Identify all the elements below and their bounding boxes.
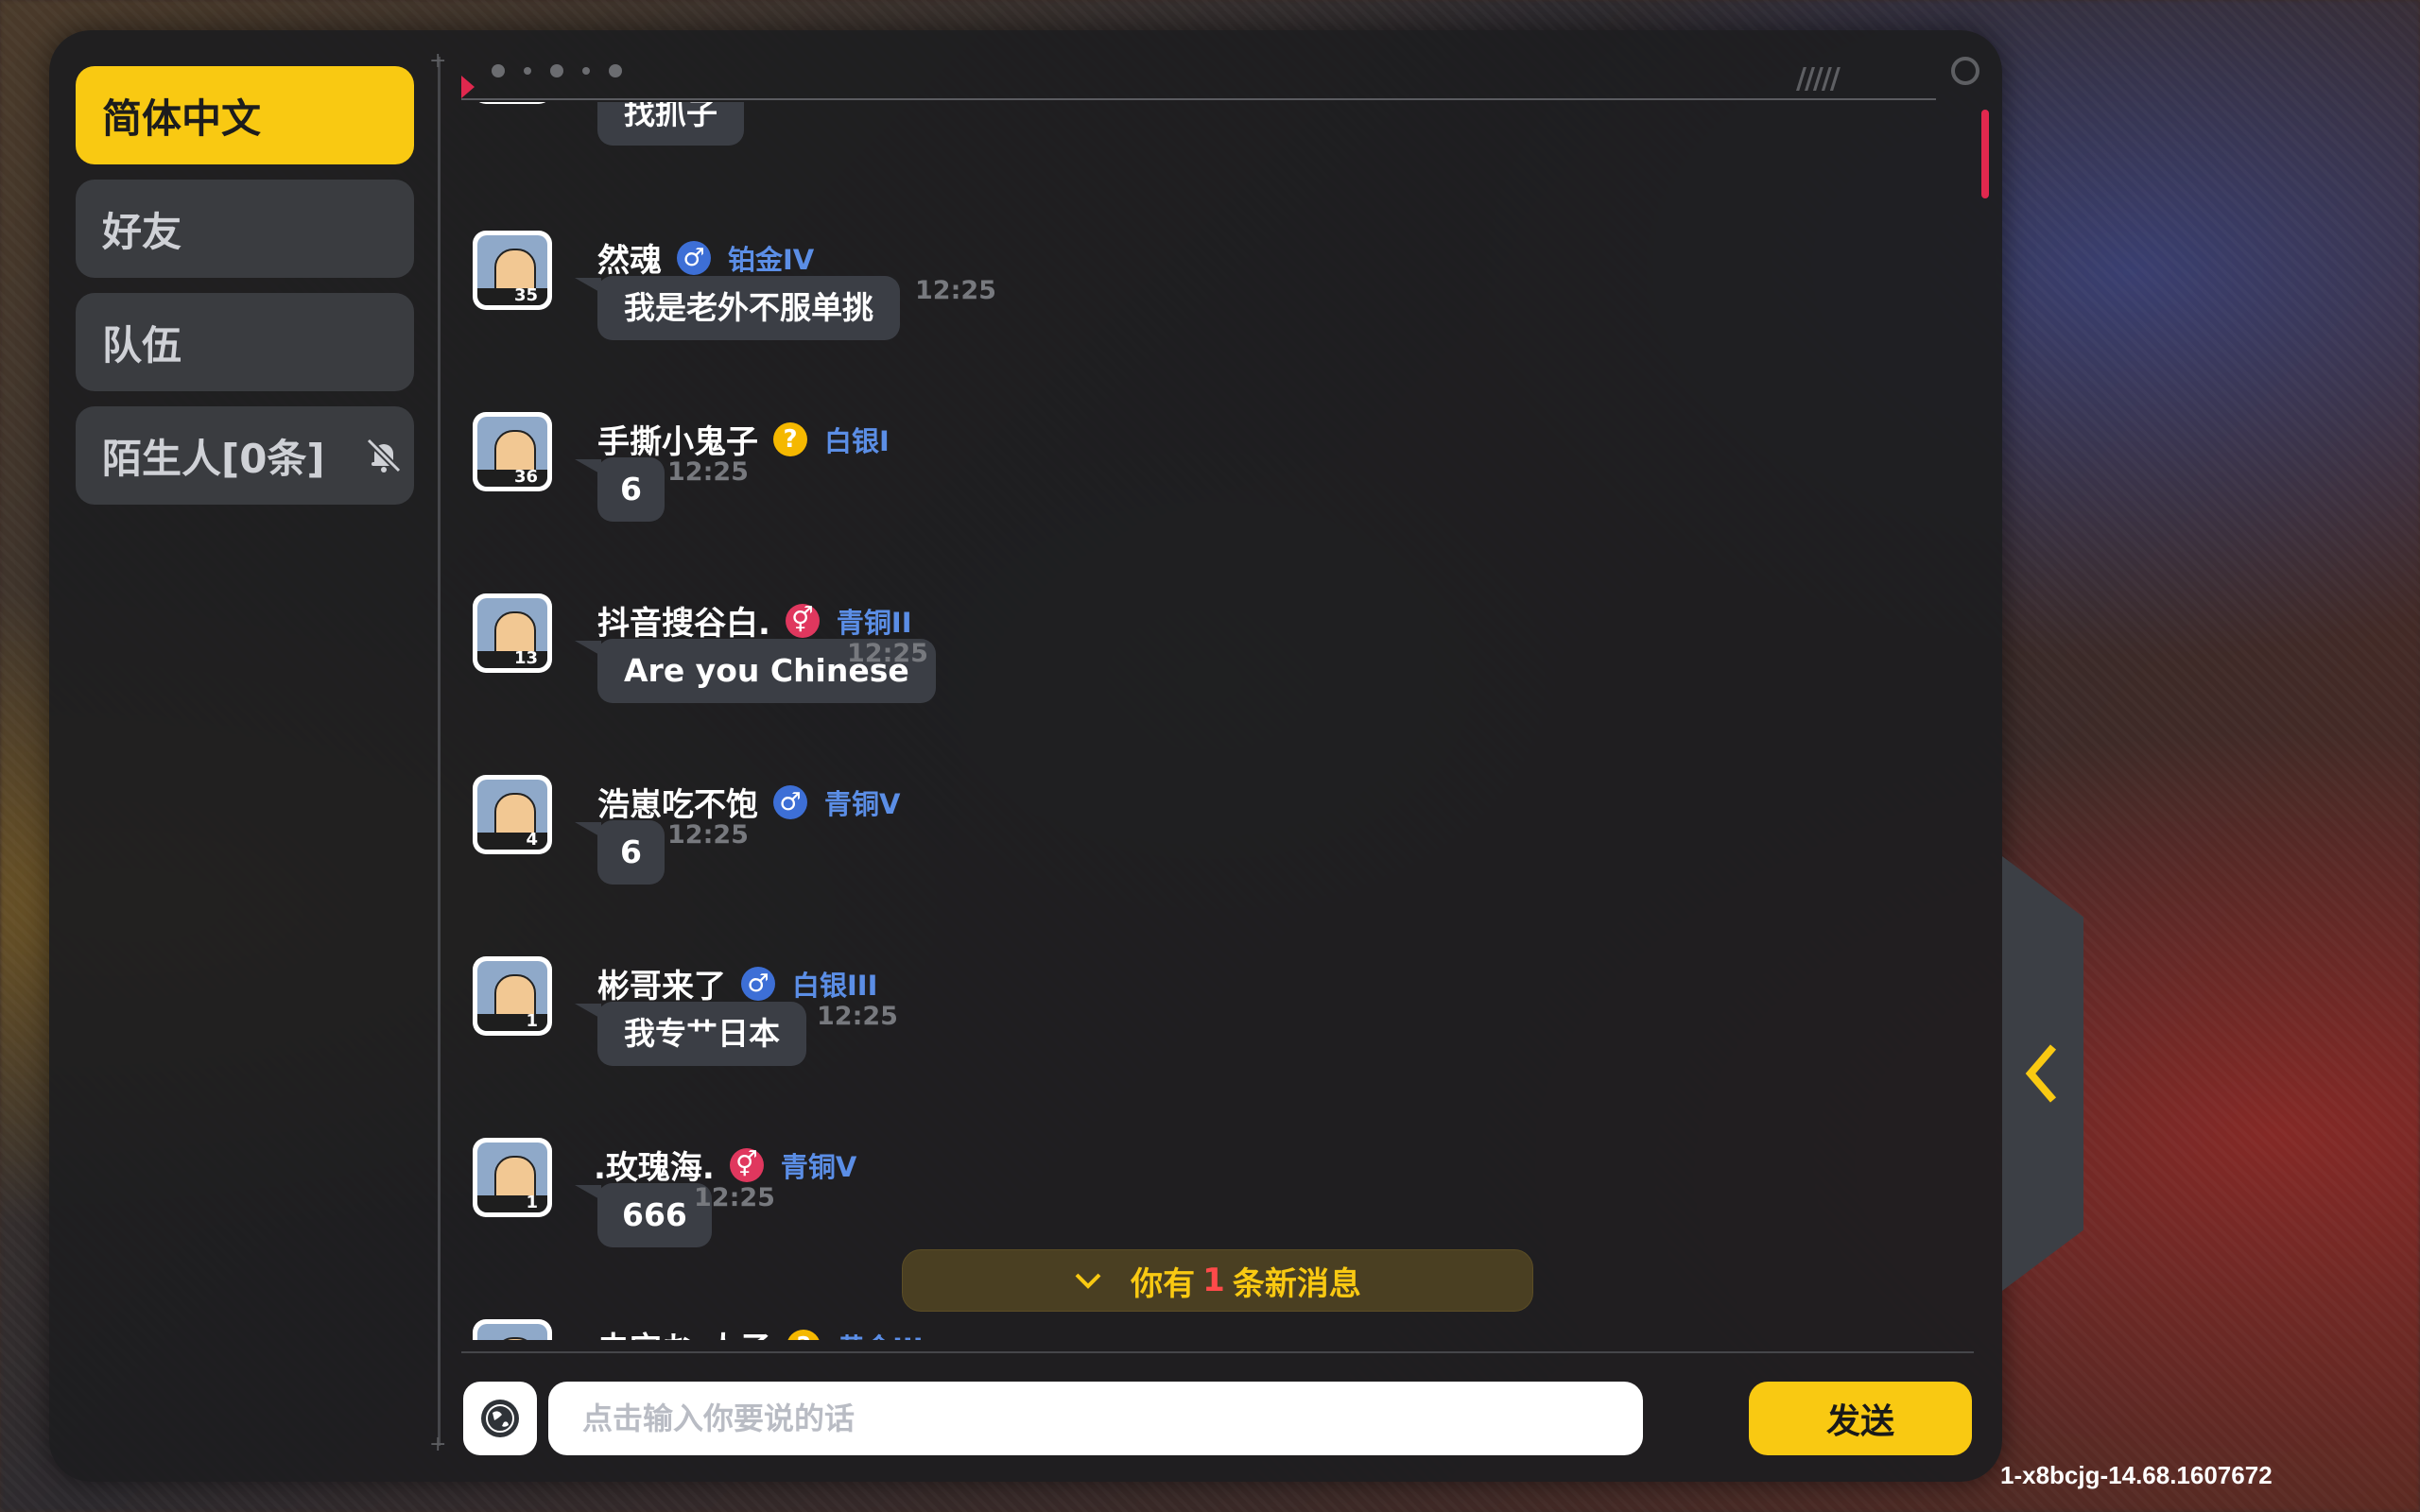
- chat-scrollbar[interactable]: [1981, 110, 1989, 198]
- tab-label: 队伍: [102, 321, 182, 369]
- notice-suffix: 条新消息: [1232, 1264, 1361, 1303]
- level-badge: 13: [513, 648, 538, 668]
- plus-icon: +: [429, 49, 447, 73]
- rank-label: 青铜V: [780, 1150, 857, 1183]
- level-badge: 35: [513, 285, 538, 305]
- avatar[interactable]: 36: [473, 412, 552, 491]
- message-bubble: 找抓子: [597, 102, 744, 146]
- avatar[interactable]: 4: [473, 775, 552, 854]
- avatar[interactable]: 13: [473, 593, 552, 673]
- avatar[interactable]: 35: [473, 231, 552, 310]
- send-button[interactable]: 发送: [1749, 1382, 1972, 1455]
- rank-label: 铂金IV: [728, 243, 815, 276]
- header-line: [461, 98, 1936, 100]
- plus-icon: +: [429, 1433, 447, 1456]
- player-name[interactable]: 虫宝お-人子: [597, 1323, 771, 1340]
- player-name[interactable]: 抖音搜谷白.: [597, 597, 770, 644]
- list-item: 13 抖音搜谷白. ⚥ 青铜II Are you Chinese 12:25: [463, 593, 1598, 754]
- male-icon: ♂: [741, 966, 775, 1001]
- level-badge: 36: [513, 467, 538, 487]
- unknown-gender-icon: ?: [773, 421, 807, 456]
- player-name[interactable]: 彬哥来了: [597, 960, 726, 1006]
- list-item: 1 彬哥来了 ♂ 白银III 我专艹日本 12:25: [463, 956, 1598, 1117]
- header-dots: [492, 60, 641, 78]
- level-badge: 4: [526, 830, 538, 850]
- tab-label: 陌生人[0条]: [102, 435, 325, 482]
- rank-label: 白银III: [792, 969, 878, 1002]
- tab-team[interactable]: 队伍: [76, 293, 414, 391]
- rank-label: 黄金III: [838, 1327, 923, 1341]
- list-item: 虫宝お-人子? 黄金III: [463, 1319, 1598, 1340]
- tab-label: 好友: [102, 208, 182, 255]
- channel-globe-button[interactable]: [463, 1382, 537, 1455]
- player-name[interactable]: .玫瑰海.: [594, 1142, 715, 1188]
- avatar[interactable]: 1: [473, 1138, 552, 1217]
- tab-strangers[interactable]: 陌生人[0条]: [76, 406, 414, 505]
- male-icon: ♂: [677, 240, 711, 275]
- message-bubble: 6: [597, 820, 665, 885]
- rank-label: 白银I: [824, 424, 890, 457]
- message-time: 12:25: [667, 457, 749, 487]
- player-name[interactable]: 手撕小鬼子: [597, 416, 758, 462]
- chevron-down-icon: [1075, 1273, 1101, 1289]
- level-badge: 1: [526, 1011, 538, 1031]
- tab-simplified-chinese[interactable]: 简体中文: [76, 66, 414, 164]
- message-time: 12:25: [847, 639, 928, 668]
- rank-label: 青铜II: [836, 606, 912, 639]
- message-bubble: 6: [597, 457, 665, 522]
- message-time: 12:25: [667, 820, 749, 850]
- tab-friends[interactable]: 好友: [76, 180, 414, 278]
- male-icon: ♂: [773, 784, 807, 819]
- list-item: 找抓子: [463, 102, 1598, 147]
- unknown-gender-icon: ?: [786, 1329, 821, 1340]
- header-slashes: /////: [1796, 62, 1841, 95]
- header-ring-icon: [1951, 57, 1979, 85]
- message-time: 12:25: [817, 1002, 898, 1031]
- player-name[interactable]: 浩崽吃不饱: [597, 779, 758, 825]
- message-time: 12:25: [694, 1183, 775, 1212]
- input-divider: [461, 1351, 1974, 1353]
- player-name[interactable]: 然魂: [597, 234, 662, 281]
- version-label: 1-x8bcjg-14.68.1607672: [2000, 1461, 2273, 1489]
- message-bubble: 我专艹日本: [597, 1002, 806, 1066]
- rank-label: 青铜V: [824, 787, 901, 820]
- message-bubble: 我是老外不服单挑: [597, 276, 900, 340]
- notice-prefix: 你有: [1131, 1264, 1196, 1303]
- list-item: 35 然魂 ♂ 铂金IV 我是老外不服单挑 12:25: [463, 231, 1598, 391]
- female-icon: ⚥: [785, 603, 820, 638]
- chat-input[interactable]: [548, 1382, 1643, 1455]
- tab-label: 简体中文: [102, 94, 262, 142]
- avatar[interactable]: [473, 1319, 552, 1340]
- globe-icon: [481, 1400, 519, 1437]
- notice-count: 1: [1202, 1262, 1225, 1299]
- divider-line: [438, 57, 441, 1446]
- list-item: 4 浩崽吃不饱 ♂ 青铜V 6 12:25: [463, 775, 1598, 936]
- header-marker-icon: [461, 76, 475, 98]
- chat-message-list[interactable]: 找抓子 35 然魂 ♂ 铂金IV 我是老外不服单挑 12:25 36 手撕小鬼子? 白…: [463, 102, 1976, 1340]
- mute-icon: [366, 438, 402, 473]
- avatar[interactable]: [473, 102, 552, 104]
- chevron-left-icon: [2025, 1044, 2057, 1103]
- new-messages-button[interactable]: 你有 1 条新消息: [902, 1249, 1533, 1312]
- list-item: 36 手撕小鬼子? 白银I 6 12:25: [463, 412, 1598, 573]
- female-icon: ⚥: [729, 1147, 764, 1182]
- avatar[interactable]: 1: [473, 956, 552, 1036]
- level-badge: 1: [526, 1193, 538, 1212]
- message-time: 12:25: [915, 276, 996, 305]
